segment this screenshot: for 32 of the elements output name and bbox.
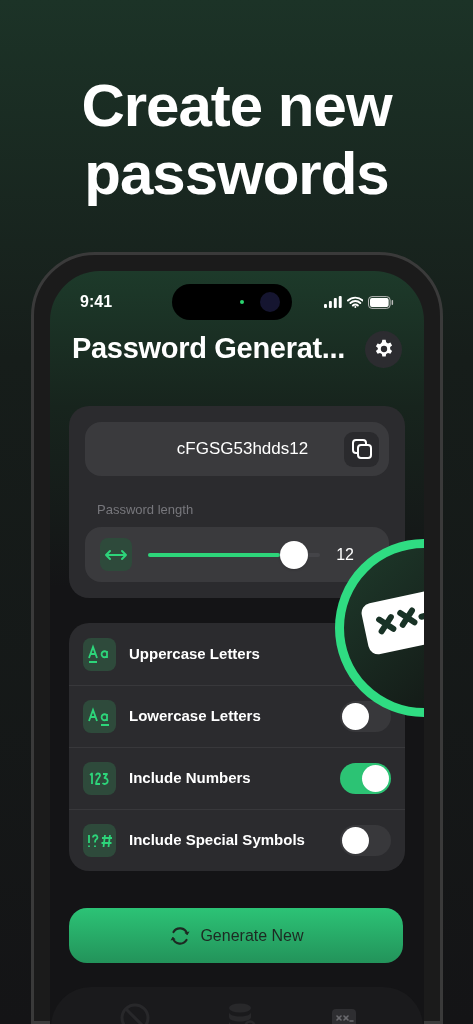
option-label: Lowercase Letters (129, 706, 262, 727)
letters-icon (83, 700, 116, 733)
option-label: Include Special Symbols (129, 830, 306, 851)
settings-button[interactable] (365, 330, 402, 368)
password-text: cFGSG53hdds12 (175, 438, 310, 461)
slider-thumb[interactable] (279, 540, 308, 569)
indicator-icon (240, 300, 244, 304)
length-label: Password length (97, 502, 194, 517)
letters-icon (83, 637, 116, 671)
toggle-switch[interactable] (340, 763, 391, 794)
width-icon (100, 538, 132, 571)
toggle-switch[interactable] (340, 701, 391, 732)
option-label: Uppercase Letters (129, 643, 261, 664)
status-time: 9:41 (80, 292, 114, 312)
screen-title: Password Generat... (72, 331, 346, 367)
password-tab[interactable] (332, 1009, 357, 1024)
generate-button[interactable]: Generate New (69, 908, 403, 963)
battery-icon (368, 295, 394, 309)
headline: Create new passwords (80, 72, 394, 209)
camera-icon (260, 292, 280, 312)
password-field[interactable]: cFGSG53hdds12 (85, 422, 389, 476)
copy-icon (350, 438, 373, 460)
length-slider[interactable] (147, 540, 321, 569)
length-value: 12 (336, 544, 354, 565)
numbers-icon (83, 762, 116, 795)
symbols-icon (83, 824, 116, 857)
settings-icon (373, 339, 394, 359)
option-label: Include Numbers (129, 768, 252, 789)
copy-button[interactable] (344, 431, 379, 467)
signal-icon (324, 296, 342, 308)
wifi-icon (346, 296, 364, 308)
toggle-switch[interactable] (340, 825, 391, 856)
